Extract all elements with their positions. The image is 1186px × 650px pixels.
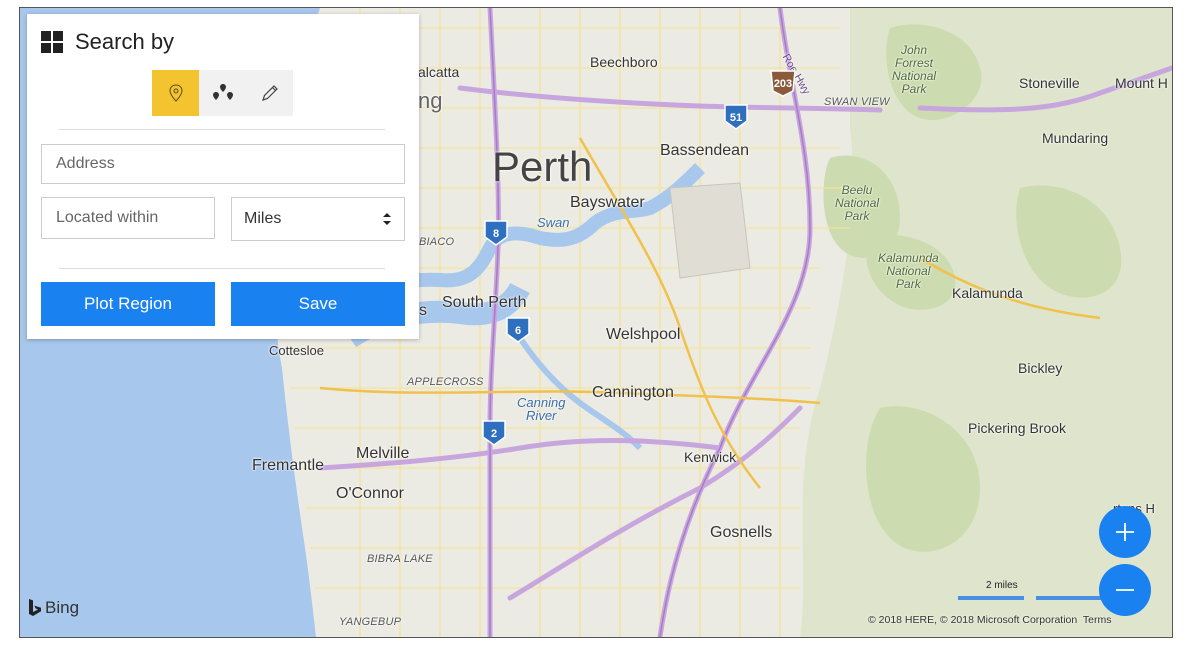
scale-segment bbox=[1036, 596, 1102, 600]
panel-header: Search by bbox=[41, 29, 174, 55]
route-shield: 8 bbox=[483, 219, 509, 247]
located-within-input[interactable] bbox=[41, 197, 215, 239]
place-label: Kenwick bbox=[684, 449, 737, 465]
place-label: O'Connor bbox=[336, 485, 404, 502]
mode-location-button[interactable] bbox=[152, 70, 199, 116]
minus-icon bbox=[1116, 589, 1134, 591]
place-label: Gosnells bbox=[710, 524, 773, 541]
plus-icon bbox=[1116, 523, 1134, 541]
route-shield: 2 bbox=[481, 419, 507, 447]
place-label: Beechboro bbox=[590, 54, 658, 70]
place-label: Fremantle bbox=[252, 457, 325, 474]
park-label: Kalamunda National Park bbox=[878, 251, 939, 291]
multi-pin-icon bbox=[212, 84, 233, 100]
place-label: Mundaring bbox=[1042, 130, 1109, 146]
address-input[interactable] bbox=[41, 144, 405, 184]
scale-segment bbox=[958, 596, 1024, 600]
suburb-label: YANGEBUP bbox=[339, 616, 402, 628]
terms-link[interactable]: Terms bbox=[1083, 614, 1112, 626]
suburb-label: SWAN VIEW bbox=[824, 96, 890, 108]
plot-region-button[interactable]: Plot Region bbox=[41, 282, 215, 326]
save-button[interactable]: Save bbox=[231, 282, 405, 326]
suburb-label: APPLECROSS bbox=[407, 376, 484, 388]
bing-label: Bing bbox=[45, 598, 80, 617]
zoom-in-button[interactable] bbox=[1099, 506, 1151, 558]
park-label: Beelu National Park bbox=[835, 183, 880, 223]
search-mode-toggle bbox=[152, 70, 293, 116]
copyright-text: © 2018 HERE, © 2018 Microsoft Corporatio… bbox=[868, 614, 1078, 626]
mode-multi-location-button[interactable] bbox=[199, 70, 246, 116]
bing-logo: Bing bbox=[28, 598, 79, 618]
search-panel: Search by Miles P bbox=[27, 14, 419, 339]
zoom-out-button[interactable] bbox=[1099, 564, 1151, 616]
place-label: ng bbox=[418, 88, 443, 113]
place-label: Pickering Brook bbox=[968, 420, 1067, 436]
water-label: Canning River bbox=[517, 395, 566, 423]
place-label: Melville bbox=[356, 445, 410, 462]
place-label: alcatta bbox=[418, 64, 460, 80]
suburb-label: BIACO bbox=[419, 236, 455, 248]
place-label: Bayswater bbox=[570, 194, 645, 211]
map-attribution: © 2018 HERE, © 2018 Microsoft Corporatio… bbox=[868, 614, 1112, 626]
sort-arrows-icon bbox=[383, 213, 391, 225]
place-label: South Perth bbox=[442, 294, 527, 311]
route-shield: 203 bbox=[768, 69, 798, 97]
suburb-label: BIBRA LAKE bbox=[367, 553, 433, 565]
place-label: Stoneville bbox=[1019, 75, 1080, 91]
scale-label: 2 miles bbox=[986, 580, 1018, 591]
place-label: Welshpool bbox=[606, 326, 681, 343]
route-shield: 51 bbox=[723, 103, 749, 131]
pencil-icon bbox=[261, 85, 278, 101]
location-pin-icon bbox=[168, 84, 183, 102]
divider bbox=[59, 129, 385, 130]
bing-icon bbox=[29, 599, 41, 616]
place-label: Kalamunda bbox=[952, 285, 1023, 301]
panel-title: Search by bbox=[75, 29, 175, 54]
distance-unit-select[interactable]: Miles bbox=[231, 197, 405, 241]
city-label: Perth bbox=[492, 143, 593, 190]
place-label: Bickley bbox=[1018, 360, 1063, 376]
water-label: Swan bbox=[537, 215, 570, 230]
place-label: Mount H bbox=[1115, 75, 1168, 91]
selected-unit: Miles bbox=[244, 210, 282, 227]
place-label: s bbox=[419, 302, 427, 319]
grid-icon bbox=[41, 31, 63, 53]
place-label: Cannington bbox=[592, 384, 674, 401]
mode-draw-button[interactable] bbox=[246, 70, 293, 116]
park-label: John Forrest National Park bbox=[892, 43, 937, 96]
place-label: Cottesloe bbox=[269, 343, 324, 358]
place-label: Bassendean bbox=[660, 142, 749, 159]
route-shield: 6 bbox=[505, 316, 531, 344]
divider bbox=[59, 268, 385, 269]
